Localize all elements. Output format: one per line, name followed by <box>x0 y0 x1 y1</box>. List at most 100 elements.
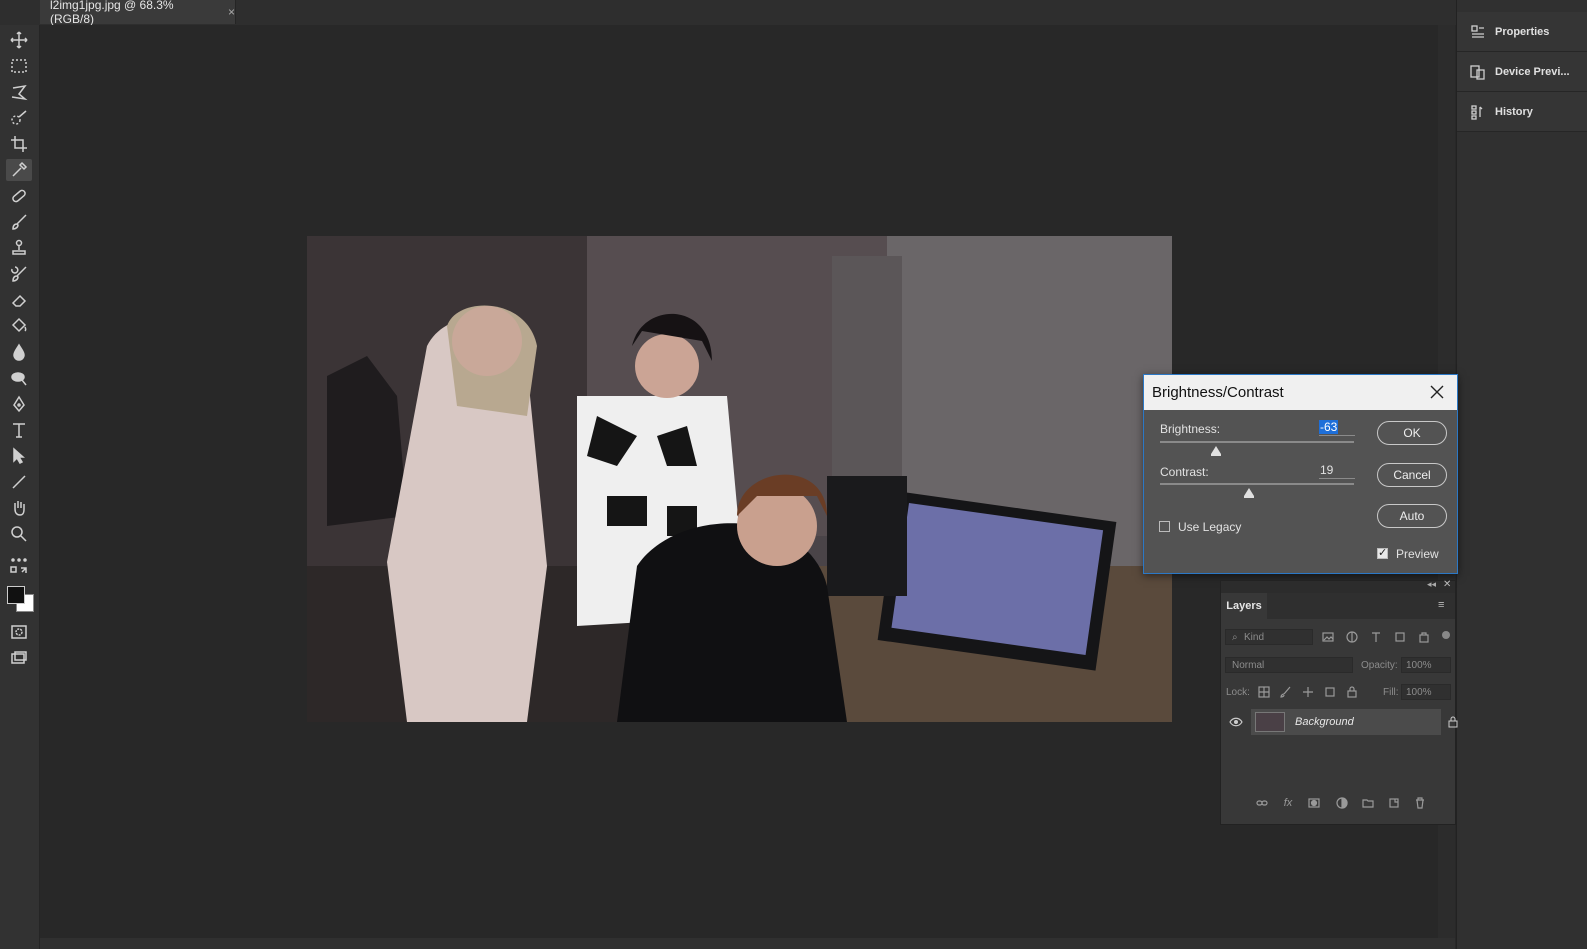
collapse-panel-icon[interactable]: ◂◂ <box>1427 579 1436 590</box>
color-swatches[interactable] <box>6 586 34 614</box>
fill-value: 100% <box>1406 687 1432 698</box>
device-preview-label: Device Previ... <box>1495 65 1570 78</box>
contrast-slider-track[interactable] <box>1160 483 1354 485</box>
document-title: l2img1jpg.jpg @ 68.3% (RGB/8) <box>50 0 174 26</box>
close-document-icon[interactable]: × <box>228 5 235 19</box>
tab-layers[interactable]: Layers <box>1221 593 1267 619</box>
healing-brush-tool-icon[interactable] <box>6 185 32 207</box>
eyedropper-tool-icon[interactable] <box>6 159 32 181</box>
zoom-tool-icon[interactable] <box>6 523 32 545</box>
layer-name[interactable]: Background <box>1295 716 1354 728</box>
brightness-input[interactable]: -63 <box>1319 420 1355 436</box>
lock-position-icon[interactable] <box>1301 685 1315 699</box>
blur-tool-icon[interactable] <box>6 341 32 363</box>
cancel-button[interactable]: Cancel <box>1377 463 1447 487</box>
paint-bucket-tool-icon[interactable] <box>6 315 32 337</box>
add-mask-icon[interactable] <box>1307 796 1321 810</box>
layer-item-background[interactable]: Background <box>1251 709 1458 735</box>
dialog-titlebar[interactable]: Brightness/Contrast <box>1144 375 1457 410</box>
contrast-input-text: 19 <box>1320 463 1334 477</box>
preview-checkbox[interactable] <box>1377 546 1388 559</box>
history-brush-tool-icon[interactable] <box>6 263 32 285</box>
filter-adjustment-icon[interactable] <box>1345 630 1359 644</box>
opacity-label: Opacity: <box>1361 660 1398 671</box>
photo-content <box>307 236 1172 722</box>
layers-panel-header[interactable]: ◂◂ ✕ <box>1221 579 1455 593</box>
filter-type-icon[interactable] <box>1369 630 1383 644</box>
brightness-slider-track[interactable] <box>1160 441 1354 443</box>
contrast-input[interactable]: 19 <box>1319 463 1355 479</box>
pen-tool-icon[interactable] <box>6 393 32 415</box>
filter-kind-select[interactable]: ⌕ Kind <box>1225 629 1313 645</box>
filter-smart-object-icon[interactable] <box>1417 630 1431 644</box>
layer-row[interactable]: Background <box>1221 709 1458 735</box>
filter-kind-text: Kind <box>1244 632 1265 643</box>
filter-toggle-icon[interactable] <box>1442 631 1450 639</box>
opacity-value: 100% <box>1406 660 1432 671</box>
lock-label: Lock: <box>1226 687 1250 698</box>
layers-tab-bar: Layers ≡ <box>1221 593 1455 619</box>
properties-panel-button[interactable]: Properties <box>1457 12 1587 52</box>
close-icon[interactable] <box>1429 384 1445 400</box>
preview-label: Preview <box>1396 547 1439 561</box>
dodge-tool-icon[interactable] <box>6 367 32 389</box>
marquee-tool-icon[interactable] <box>6 55 32 77</box>
swap-colors-icon[interactable] <box>6 566 32 581</box>
lock-transparent-icon[interactable] <box>1257 685 1271 699</box>
link-layers-icon[interactable] <box>1255 796 1269 810</box>
brightness-slider-thumb[interactable] <box>1211 446 1222 456</box>
use-legacy-label: Use Legacy <box>1178 520 1242 534</box>
layers-footer-toolbar: fx <box>1221 791 1455 815</box>
history-panel-button[interactable]: History <box>1457 92 1587 132</box>
quick-mask-icon[interactable] <box>6 621 32 643</box>
type-tool-icon[interactable] <box>6 419 32 441</box>
opacity-input[interactable]: 100% <box>1401 657 1451 673</box>
dialog-title: Brightness/Contrast <box>1152 384 1284 401</box>
filter-pixel-icon[interactable] <box>1321 630 1335 644</box>
quick-select-tool-icon[interactable] <box>6 107 32 129</box>
document-image[interactable] <box>307 236 1172 722</box>
lock-all-icon[interactable] <box>1345 685 1359 699</box>
ok-button[interactable]: OK <box>1377 421 1447 445</box>
delete-layer-icon[interactable] <box>1413 796 1427 810</box>
lock-artboard-icon[interactable] <box>1323 685 1337 699</box>
adjustment-layer-icon[interactable] <box>1335 796 1349 810</box>
lock-image-icon[interactable] <box>1279 685 1293 699</box>
hand-tool-icon[interactable] <box>6 497 32 519</box>
blend-mode-select[interactable]: Normal <box>1225 657 1353 673</box>
panel-menu-icon[interactable]: ≡ <box>1438 599 1444 611</box>
crop-tool-icon[interactable] <box>6 133 32 155</box>
path-select-tool-icon[interactable] <box>6 445 32 467</box>
document-tab-bar <box>0 0 1587 25</box>
contrast-slider-thumb[interactable] <box>1244 488 1255 498</box>
line-tool-icon[interactable] <box>6 471 32 493</box>
contrast-label: Contrast: <box>1160 465 1209 479</box>
device-preview-panel-button[interactable]: Device Previ... <box>1457 52 1587 92</box>
visibility-eye-icon[interactable] <box>1229 715 1243 733</box>
brightness-contrast-dialog: Brightness/Contrast Brightness: -63 Cont… <box>1143 374 1458 574</box>
document-tab[interactable]: l2img1jpg.jpg @ 68.3% (RGB/8) × <box>40 0 236 26</box>
screen-mode-icon[interactable] <box>6 647 32 669</box>
auto-button[interactable]: Auto <box>1377 504 1447 528</box>
brightness-label: Brightness: <box>1160 422 1221 436</box>
tools-panel <box>0 25 40 949</box>
foreground-color-swatch[interactable] <box>7 586 25 604</box>
clone-stamp-tool-icon[interactable] <box>6 237 32 259</box>
fill-input[interactable]: 100% <box>1401 684 1451 700</box>
new-layer-icon[interactable] <box>1387 796 1401 810</box>
new-group-icon[interactable] <box>1361 796 1375 810</box>
history-label: History <box>1495 105 1533 118</box>
layer-lock-icon[interactable] <box>1447 715 1459 733</box>
use-legacy-checkbox[interactable] <box>1159 521 1170 532</box>
layer-style-fx-icon[interactable]: fx <box>1281 796 1295 810</box>
fill-label: Fill: <box>1383 687 1399 698</box>
move-tool-icon[interactable] <box>6 29 32 51</box>
properties-label: Properties <box>1495 25 1550 38</box>
filter-shape-icon[interactable] <box>1393 630 1407 644</box>
lasso-tool-icon[interactable] <box>6 81 32 103</box>
eraser-tool-icon[interactable] <box>6 289 32 311</box>
properties-icon <box>1469 24 1487 40</box>
brush-tool-icon[interactable] <box>6 211 32 233</box>
close-panel-icon[interactable]: ✕ <box>1443 579 1451 590</box>
device-preview-icon <box>1469 64 1487 80</box>
